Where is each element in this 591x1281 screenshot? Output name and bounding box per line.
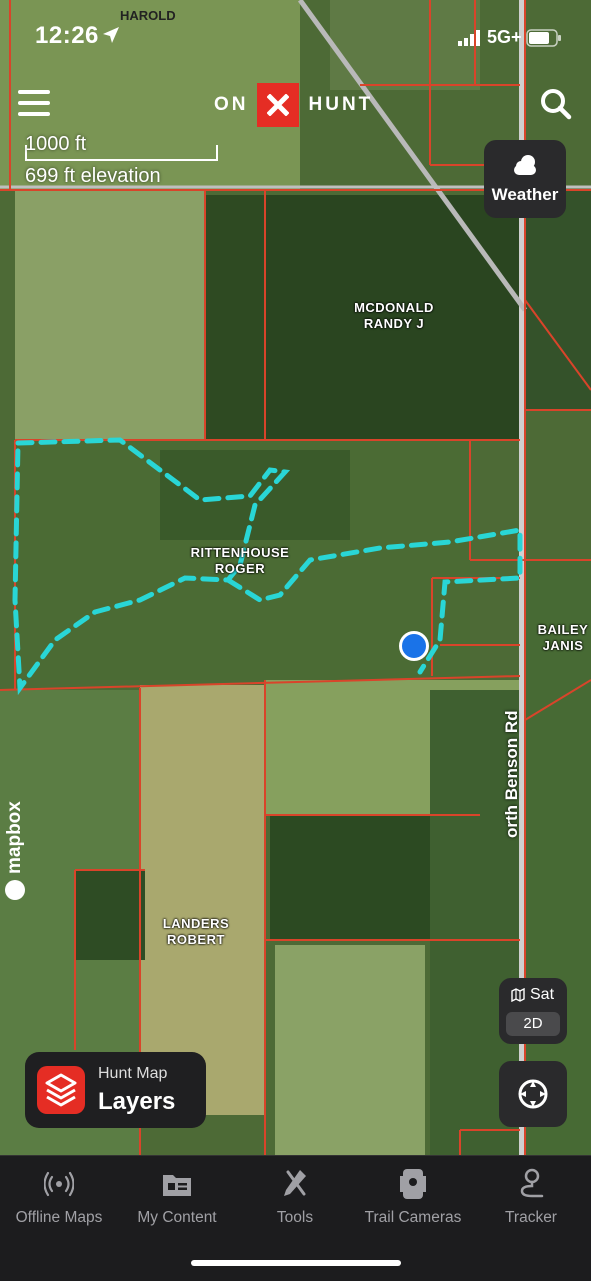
mapbox-label: mapbox <box>4 801 25 874</box>
mapbox-logo-icon <box>5 880 25 900</box>
crosshair-icon <box>518 1079 548 1109</box>
owner-label-line1: LANDERS <box>162 916 230 931</box>
mapbox-attribution[interactable]: mapbox <box>4 801 26 900</box>
owner-label-bailey[interactable]: BAILEY JANIS <box>532 622 591 654</box>
owner-label-line1: MCDONALD <box>354 300 434 315</box>
owner-label-line1: RITTENHOUSE <box>190 545 290 560</box>
map-style-toggle[interactable]: Sat 2D <box>499 978 567 1044</box>
tab-tracker[interactable]: Tracker <box>472 1156 590 1246</box>
owner-label-line2: ROBERT <box>167 932 225 947</box>
location-arrow-icon <box>103 27 119 43</box>
battery-icon <box>526 29 561 47</box>
locate-me-button[interactable] <box>499 1061 567 1127</box>
status-time: 12:26 <box>35 22 99 49</box>
owner-label-landers[interactable]: LANDERS ROBERT <box>155 916 237 948</box>
network-type: 5G+ <box>487 27 522 47</box>
scale-distance: 1000 ft <box>25 133 87 155</box>
map-icon <box>511 988 525 1002</box>
menu-icon[interactable] <box>18 90 50 118</box>
top-bar: ON HUNT <box>0 80 591 130</box>
tab-my-content[interactable]: My Content <box>118 1156 236 1246</box>
tools-icon <box>284 1170 306 1196</box>
owner-label-line1: BAILEY <box>537 622 589 637</box>
layers-subtitle: Hunt Map <box>98 1065 168 1082</box>
logo-x-icon <box>256 83 299 127</box>
owner-label-line2: JANIS <box>542 638 584 653</box>
elevation-readout: 699 ft elevation <box>25 165 161 187</box>
tab-label: My Content <box>137 1209 217 1226</box>
tab-label: Trail Cameras <box>364 1209 462 1226</box>
road-label: orth Benson Rd <box>502 710 521 839</box>
basemap-label: Sat <box>530 986 555 1003</box>
current-location-dot[interactable] <box>399 631 429 661</box>
logo-hunt: HUNT <box>308 94 374 115</box>
owner-label-mcdonald[interactable]: MCDONALD RANDY J <box>348 300 440 332</box>
signal-icon <box>458 30 480 46</box>
layers-title: Layers <box>98 1088 176 1115</box>
tab-label: Tools <box>276 1209 314 1226</box>
offline-maps-icon <box>44 1171 74 1197</box>
tracker-icon <box>520 1168 544 1198</box>
weather-cloud-icon <box>514 155 536 175</box>
owner-label-rittenhouse[interactable]: RITTENHOUSE ROGER <box>185 545 295 577</box>
folder-icon <box>163 1175 191 1196</box>
status-bar: 12:26 5G+ <box>0 0 591 70</box>
trail-camera-icon <box>400 1169 426 1199</box>
view-mode-button[interactable]: 2D <box>506 1012 560 1036</box>
hunt-map-layers-button[interactable]: Hunt Map Layers <box>25 1052 206 1128</box>
weather-label: Weather <box>491 185 559 204</box>
weather-button[interactable]: Weather <box>484 140 566 218</box>
search-icon[interactable] <box>540 88 572 120</box>
tab-label: Tracker <box>505 1209 557 1226</box>
layers-icon <box>37 1066 85 1114</box>
owner-label-line2: RANDY J <box>363 316 425 331</box>
onx-hunt-logo: ON HUNT <box>214 83 373 127</box>
logo-on: ON <box>214 94 249 115</box>
basemap-selector[interactable]: Sat <box>511 986 554 1004</box>
tab-trail-cameras[interactable]: Trail Cameras <box>354 1156 472 1246</box>
owner-label-line2: ROGER <box>214 561 266 576</box>
tab-label: Offline Maps <box>15 1209 103 1226</box>
tab-tools[interactable]: Tools <box>236 1156 354 1246</box>
home-indicator[interactable] <box>191 1260 401 1266</box>
tab-offline-maps[interactable]: Offline Maps <box>0 1156 118 1246</box>
